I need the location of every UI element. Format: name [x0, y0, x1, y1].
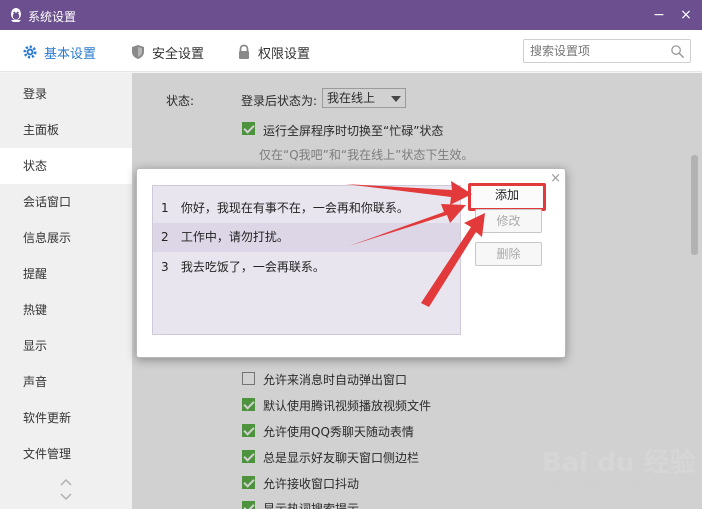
search-input[interactable] [530, 43, 660, 59]
auto-reply-dialog: × 1 你好，我现在有事不在，一会再和你联系。 2 工作中，请勿打扰。 3 我去… [136, 168, 566, 358]
qq-penguin-icon [11, 8, 21, 22]
settings-sidebar: 登录 主面板 状态 会话窗口 信息展示 提醒 热键 显示 声音 软件更新 文件管… [0, 73, 132, 509]
list-item-text: 你好，我现在有事不在，一会再和你联系。 [180, 201, 409, 215]
dialog-close-button[interactable]: × [550, 171, 561, 186]
watermark-brand: Bai du 经验 [542, 448, 696, 478]
lock-icon [239, 44, 249, 59]
chevron-down-icon[interactable] [60, 492, 72, 502]
sidebar-item-software-update[interactable]: 软件更新 [0, 400, 132, 436]
list-item-number: 2 [161, 230, 169, 244]
tab-basic-settings[interactable]: 基本设置 [22, 42, 96, 62]
search-icon[interactable] [670, 44, 685, 59]
sidebar-item-chat-window[interactable]: 会话窗口 [0, 184, 132, 220]
add-button[interactable]: 添加 [468, 183, 546, 211]
list-item-text: 我去吃饭了，一会再联系。 [180, 260, 325, 274]
shield-icon [132, 45, 144, 59]
gear-icon [23, 45, 37, 59]
sidebar-item-hotkeys[interactable]: 热键 [0, 292, 132, 328]
title-bar: 系统设置 − × [0, 0, 702, 30]
settings-toolbar: 基本设置 安全设置 权限设置 [0, 30, 702, 72]
delete-button[interactable]: 删除 [475, 242, 542, 266]
list-item-number: 3 [161, 260, 169, 274]
tab-permission-settings[interactable]: 权限设置 [236, 42, 310, 62]
list-item-number: 1 [161, 201, 169, 215]
window-title: 系统设置 [28, 10, 77, 24]
list-item[interactable]: 3 我去吃饭了，一会再联系。 [153, 253, 460, 282]
sidebar-item-sound[interactable]: 声音 [0, 364, 132, 400]
sidebar-item-main-panel[interactable]: 主面板 [0, 112, 132, 148]
sidebar-item-status[interactable]: 状态 [0, 148, 132, 184]
tab-label: 基本设置 [44, 46, 97, 62]
list-item-text: 工作中，请勿打扰。 [180, 230, 289, 244]
sidebar-item-reminder[interactable]: 提醒 [0, 256, 132, 292]
baidu-watermark-logo: Bai du 经验 jingyan.baidu.com [538, 440, 698, 500]
sidebar-item-file-management[interactable]: 文件管理 [0, 436, 132, 472]
sidebar-item-login[interactable]: 登录 [0, 76, 132, 112]
watermark-url: jingyan.baidu.com [538, 476, 649, 490]
list-item[interactable]: 1 你好，我现在有事不在，一会再和你联系。 [153, 194, 460, 223]
auto-reply-list: 1 你好，我现在有事不在，一会再和你联系。 2 工作中，请勿打扰。 3 我去吃饭… [152, 185, 461, 335]
search-box[interactable] [523, 39, 691, 63]
sidebar-item-info-display[interactable]: 信息展示 [0, 220, 132, 256]
tab-security-settings[interactable]: 安全设置 [130, 42, 204, 62]
sidebar-item-display[interactable]: 显示 [0, 328, 132, 364]
edit-button[interactable]: 修改 [475, 209, 542, 233]
tab-label: 权限设置 [258, 46, 311, 62]
list-item[interactable]: 2 工作中，请勿打扰。 [153, 223, 460, 252]
close-window-button[interactable]: × [677, 6, 695, 24]
chevron-up-icon[interactable] [60, 477, 72, 487]
tab-label: 安全设置 [152, 46, 205, 62]
minimize-button[interactable]: − [650, 6, 668, 24]
